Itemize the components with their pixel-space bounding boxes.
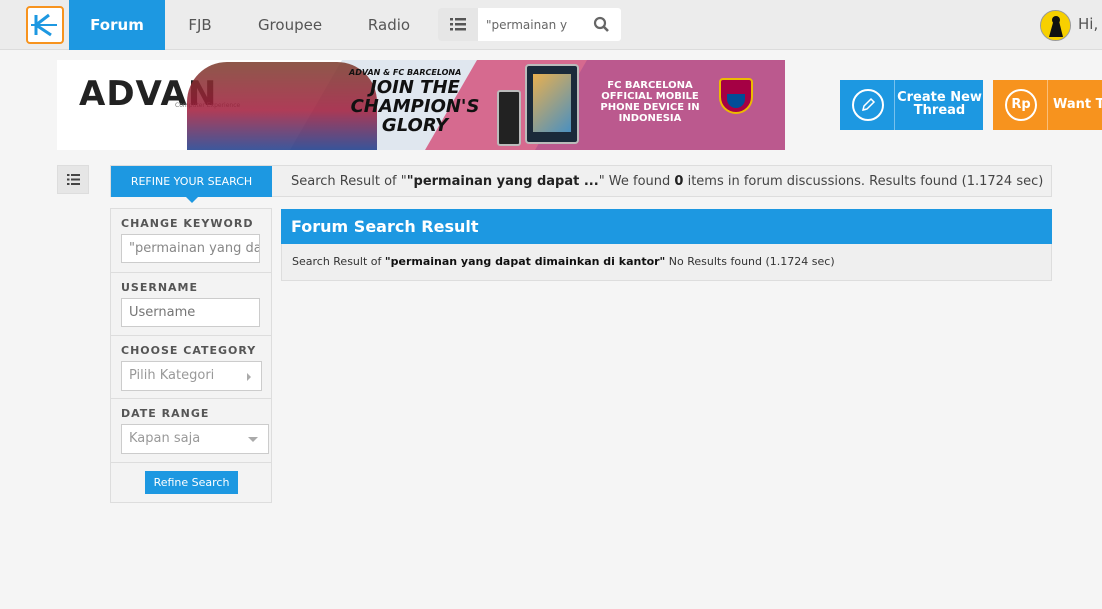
banner-tagline: ADVAN & FC BARCELONA <box>349 68 462 77</box>
filter-panel: CHANGE KEYWORD USERNAME CHOOSE CATEGORY … <box>110 208 272 503</box>
sidebar-toggle-button[interactable] <box>57 165 89 194</box>
result-message: Search Result of "permainan yang dapat d… <box>281 244 1052 281</box>
result-query: "permainan yang dapat dimainkan di kanto… <box>384 255 666 268</box>
nav-forum[interactable]: Forum <box>69 0 165 50</box>
banner-offer-text: FC BARCELONA OFFICIAL MOBILE PHONE DEVIC… <box>600 80 700 124</box>
search-box <box>438 8 621 41</box>
summary-query: "permainan yang dapat ... <box>406 174 599 189</box>
kaskus-logo-icon <box>31 13 57 37</box>
chevron-down-icon <box>248 437 258 442</box>
phone-image <box>497 90 521 146</box>
user-greeting[interactable]: Hi, ' <box>1078 15 1102 33</box>
chevron-right-icon <box>247 373 251 381</box>
user-menu[interactable]: Hi, ' <box>1040 8 1102 42</box>
barcelona-crest-icon <box>719 78 753 114</box>
nav-fjb[interactable]: FJB <box>172 0 228 50</box>
search-summary: Search Result of ""permainan yang dapat … <box>291 174 1044 189</box>
date-range-label: DATE RANGE <box>121 407 210 420</box>
keyword-input[interactable] <box>121 234 260 263</box>
avatar[interactable] <box>1040 10 1071 41</box>
filter-username-section: USERNAME <box>111 273 271 336</box>
rupiah-icon: Rp <box>1005 89 1037 121</box>
kaskus-logo[interactable] <box>26 6 64 44</box>
refine-bar: REFINE YOUR SEARCH Search Result of ""pe… <box>110 165 1052 203</box>
username-input[interactable] <box>121 298 260 327</box>
nav-groupee[interactable]: Groupee <box>244 0 336 50</box>
date-range-select[interactable]: Kapan saja <box>121 424 269 454</box>
create-new-thread-label: Create New Thread <box>897 90 982 118</box>
filter-keyword-section: CHANGE KEYWORD <box>111 209 271 273</box>
search-icon[interactable] <box>593 16 610 33</box>
category-select[interactable]: Pilih Kategori <box>121 361 262 391</box>
want-to-buy-button[interactable]: Rp Want To <box>993 80 1102 130</box>
username-label: USERNAME <box>121 281 199 294</box>
create-new-thread-button[interactable]: Create New Thread <box>840 80 983 130</box>
tablet-image <box>525 64 579 144</box>
want-to-label: Want To <box>1053 97 1102 112</box>
filter-date-section: DATE RANGE Kapan saja <box>111 399 271 463</box>
category-label: CHOOSE CATEGORY <box>121 344 257 357</box>
search-category-button[interactable] <box>438 8 478 41</box>
list-icon <box>450 18 466 31</box>
pencil-icon <box>861 97 876 112</box>
keyword-label: CHANGE KEYWORD <box>121 217 254 230</box>
result-title: Forum Search Result <box>281 209 1052 244</box>
top-navbar: Forum FJB Groupee Radio Hi, ' <box>0 0 1102 50</box>
nav-radio[interactable]: Radio <box>355 0 423 50</box>
list-icon <box>67 174 80 185</box>
advertisement-banner[interactable]: ADVAN Computer Experience ADVAN & FC BAR… <box>57 60 785 150</box>
avatar-image-icon <box>1041 11 1070 40</box>
refine-your-search-tab[interactable]: REFINE YOUR SEARCH <box>111 166 272 203</box>
banner-headline: JOIN THE CHAMPION'S GLORY <box>350 77 480 136</box>
filter-category-section: CHOOSE CATEGORY Pilih Kategori <box>111 336 271 399</box>
refine-search-button[interactable]: Refine Search <box>145 471 238 494</box>
search-input[interactable] <box>486 8 594 41</box>
